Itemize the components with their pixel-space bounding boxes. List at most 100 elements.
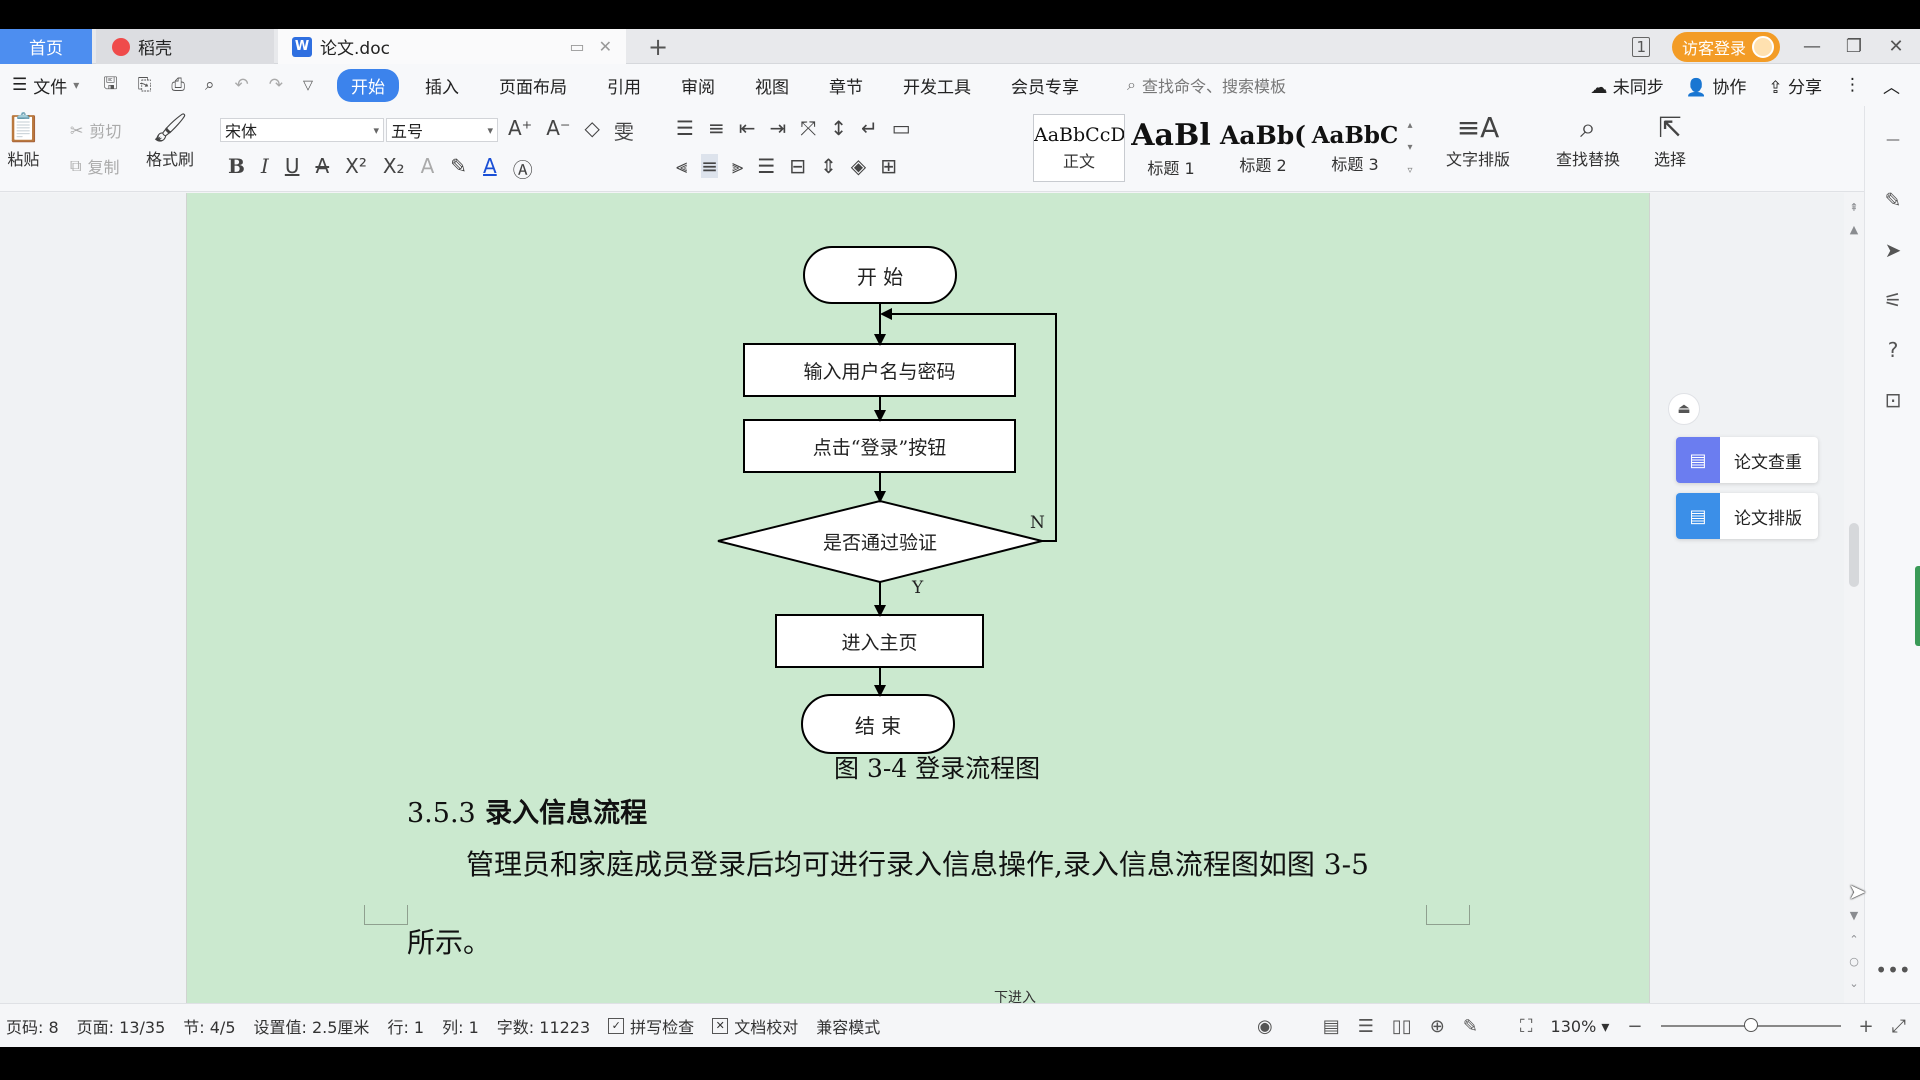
page-view-icon[interactable]: ▤: [1323, 1016, 1340, 1037]
scroll-top-icon[interactable]: ⇞: [1844, 201, 1864, 214]
zoom-slider-knob[interactable]: [1743, 1018, 1758, 1032]
restore-icon[interactable]: ❐: [1844, 36, 1864, 57]
tab-member[interactable]: 会员专享: [997, 69, 1093, 102]
text-direction-icon[interactable]: ⤧: [800, 116, 816, 140]
grow-font-icon[interactable]: A⁺: [508, 116, 532, 145]
phonetic-icon[interactable]: 雯: [614, 116, 634, 145]
minimize-icon[interactable]: —: [1802, 36, 1822, 57]
save-icon[interactable]: 🖫: [103, 71, 117, 100]
tab-daoke[interactable]: 稻壳: [96, 29, 274, 64]
help-icon[interactable]: ?: [1865, 338, 1920, 362]
pin-window-icon[interactable]: ▭: [569, 37, 584, 56]
find-replace-button[interactable]: ⌕ 查找替换: [1556, 110, 1620, 170]
pointer-icon[interactable]: ➤: [1865, 238, 1920, 262]
status-section[interactable]: 节: 4/5: [183, 1014, 235, 1038]
tab-home[interactable]: 首页: [0, 29, 92, 64]
guest-login-button[interactable]: 访客登录: [1671, 31, 1780, 62]
sort-icon[interactable]: ↕: [830, 116, 847, 140]
tab-references[interactable]: 引用: [593, 69, 655, 102]
tab-insert[interactable]: 插入: [411, 69, 473, 102]
style-heading-3[interactable]: AaBbC 标题 3: [1309, 114, 1401, 182]
fit-page-icon[interactable]: ⛶: [1520, 1016, 1533, 1037]
font-size-select[interactable]: 五号: [386, 118, 498, 142]
increase-indent-icon[interactable]: ⇥: [769, 116, 786, 140]
cut-button[interactable]: ✂ 剪切: [70, 118, 121, 142]
scroll-up-icon[interactable]: ▲: [1844, 223, 1864, 236]
command-search[interactable]: ⌕ 查找命令、搜索模板: [1127, 73, 1286, 97]
select-browse-icon[interactable]: ○: [1844, 955, 1864, 968]
numbered-list-icon[interactable]: ≡: [708, 116, 725, 140]
outline-view-icon[interactable]: ☰: [1358, 1016, 1374, 1037]
align-center-icon[interactable]: ≡: [701, 154, 719, 178]
shading-icon[interactable]: ◈: [851, 154, 866, 178]
writing-mode-icon[interactable]: ✎: [1463, 1016, 1478, 1037]
select-button[interactable]: ⇱ 选择: [1654, 110, 1686, 170]
tab-developer[interactable]: 开发工具: [889, 69, 985, 102]
collab-button[interactable]: 👤 协作: [1686, 73, 1747, 98]
underline-icon[interactable]: U: [285, 154, 300, 183]
status-col[interactable]: 列: 1: [442, 1014, 479, 1038]
reading-view-icon[interactable]: ▯▯: [1392, 1016, 1412, 1037]
shrink-font-icon[interactable]: A⁻: [546, 116, 570, 145]
scrollbar-thumb[interactable]: [1849, 523, 1859, 587]
font-name-select[interactable]: 宋体: [220, 118, 384, 142]
strikethrough-icon[interactable]: A: [315, 154, 329, 183]
window-layout-icon[interactable]: 1: [1632, 36, 1650, 57]
style-normal[interactable]: AaBbCcDd 正文: [1033, 114, 1125, 182]
copy-button[interactable]: ⧉ 复制: [70, 154, 119, 178]
ruler-icon[interactable]: ▭: [892, 116, 911, 140]
borders-icon[interactable]: ⊞: [880, 154, 897, 178]
more-icon[interactable]: ⋮: [1844, 75, 1861, 95]
paste-button[interactable]: 📋 粘贴: [6, 110, 41, 170]
print-icon[interactable]: ⎙: [171, 75, 185, 95]
bullet-list-icon[interactable]: ☰: [676, 116, 694, 140]
file-menu[interactable]: ☰ 文件 ▾: [12, 73, 79, 98]
more-options-icon[interactable]: •••: [1865, 958, 1920, 982]
tab-review[interactable]: 审阅: [667, 69, 729, 102]
style-heading-2[interactable]: AaBb( 标题 2: [1217, 114, 1309, 182]
status-page-code[interactable]: 页码: 8: [6, 1014, 59, 1038]
status-row[interactable]: 行: 1: [387, 1014, 424, 1038]
format-painter-button[interactable]: 🖌 格式刷: [146, 110, 194, 170]
status-word-count[interactable]: 字数: 11223: [497, 1014, 590, 1038]
next-page-icon[interactable]: ⌄: [1844, 977, 1864, 990]
green-side-tab[interactable]: [1915, 566, 1920, 646]
distribute-icon[interactable]: ⊟: [789, 154, 806, 178]
collapse-panel-button[interactable]: ⏏: [1668, 393, 1700, 425]
share-button[interactable]: ⇪ 分享: [1768, 73, 1822, 98]
align-right-icon[interactable]: ⫸: [732, 154, 743, 178]
status-setting[interactable]: 设置值: 2.5厘米: [254, 1014, 370, 1038]
style-heading-1[interactable]: AaBl 标题 1: [1125, 114, 1217, 182]
font-color-icon[interactable]: A: [483, 154, 497, 183]
customize-toolbar-icon[interactable]: ▽: [303, 78, 313, 93]
paper-format-button[interactable]: ▤ 论文排版: [1676, 493, 1818, 539]
spell-check-toggle[interactable]: ✓ 拼写检查: [608, 1014, 694, 1038]
clear-format-icon[interactable]: ◇: [585, 116, 600, 145]
status-page[interactable]: 页面: 13/35: [77, 1014, 166, 1038]
zoom-slider[interactable]: [1660, 1018, 1841, 1032]
char-border-icon[interactable]: Ⓐ: [513, 154, 533, 183]
export-icon[interactable]: ⎘: [138, 75, 152, 95]
close-tab-icon[interactable]: ✕: [599, 37, 612, 56]
print-preview-icon[interactable]: ⌕: [205, 75, 215, 95]
sync-button[interactable]: ☁ 未同步: [1590, 73, 1663, 98]
tab-view[interactable]: 视图: [741, 69, 803, 102]
image-tool-icon[interactable]: ⊡: [1865, 388, 1920, 412]
doc-proof-button[interactable]: ✕ 文档校对: [712, 1014, 798, 1038]
line-break-icon[interactable]: ↵: [861, 116, 878, 140]
tab-page-layout[interactable]: 页面布局: [485, 69, 581, 102]
line-spacing-icon[interactable]: ⇕: [820, 154, 837, 178]
fullscreen-icon[interactable]: ⤢: [1892, 1016, 1906, 1037]
zoom-out-icon[interactable]: −: [1627, 1016, 1642, 1037]
subscript-icon[interactable]: X₂: [383, 154, 405, 183]
close-window-icon[interactable]: ✕: [1886, 36, 1906, 57]
superscript-icon[interactable]: X²: [345, 154, 367, 183]
prev-page-icon[interactable]: ⌃: [1844, 933, 1864, 946]
tab-document[interactable]: W 论文.doc ▭ ✕: [278, 29, 626, 64]
justify-icon[interactable]: ☰: [757, 154, 775, 178]
align-left-icon[interactable]: ⫷: [676, 154, 687, 178]
decrease-indent-icon[interactable]: ⇤: [739, 116, 756, 140]
highlight-icon[interactable]: ✎: [450, 154, 467, 183]
adjust-icon[interactable]: ⚟: [1865, 288, 1920, 312]
undo-icon[interactable]: ↶: [235, 75, 249, 95]
